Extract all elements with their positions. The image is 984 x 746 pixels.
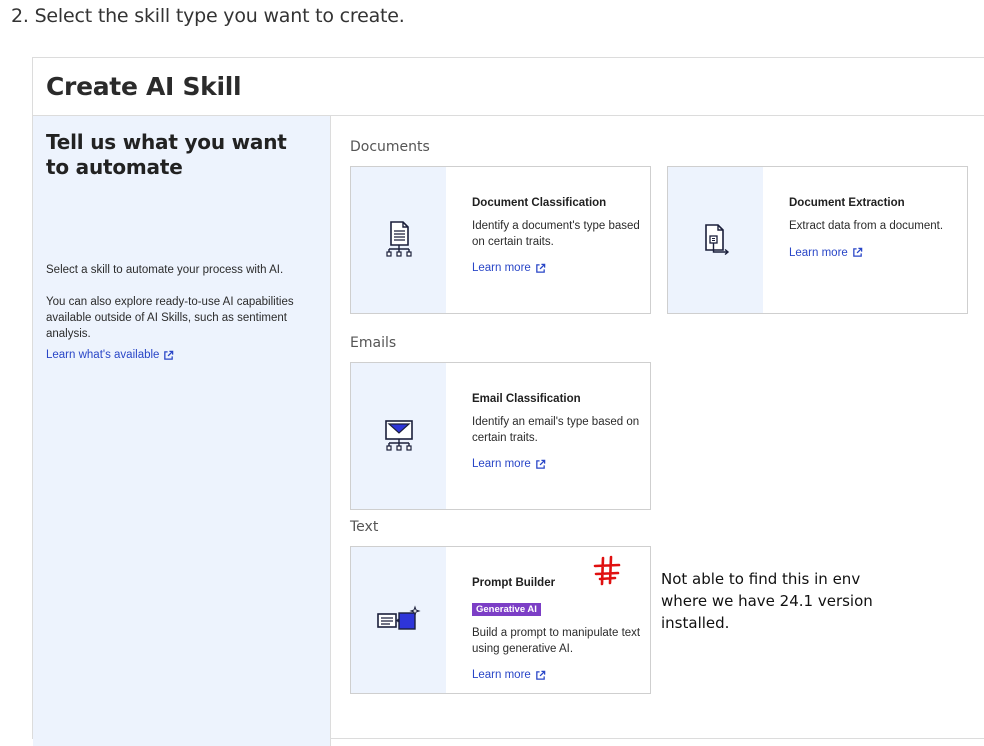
card-icon-area	[351, 363, 446, 509]
panel-title: Create AI Skill	[46, 72, 242, 101]
learn-more-link[interactable]: Learn more	[472, 262, 546, 274]
external-link-icon	[536, 263, 546, 273]
card-description: Identify an email's type based on certai…	[472, 416, 640, 444]
email-classification-icon	[384, 420, 413, 451]
section-label-emails: Emails	[350, 335, 397, 351]
card-description: Build a prompt to manipulate text using …	[472, 627, 641, 655]
annotation-note: Not able to find this in env where we ha…	[661, 570, 873, 632]
document-extraction-icon	[704, 224, 729, 256]
section-label-documents: Documents	[350, 139, 430, 155]
card-description: Extract data from a document.	[789, 220, 944, 232]
sidebar-intro-text: Select a skill to automate your process …	[46, 264, 284, 276]
panel-header: Create AI Skill	[33, 58, 984, 116]
card-icon-area	[351, 167, 446, 313]
section-label-text: Text	[350, 519, 379, 535]
card-document-extraction[interactable]: Document Extraction Extract data from a …	[667, 166, 968, 314]
card-document-classification[interactable]: Document Classification Identify a docum…	[350, 166, 651, 314]
learn-whats-available-label: Learn what's available	[46, 349, 160, 361]
external-link-icon	[536, 459, 546, 469]
external-link-icon	[853, 247, 863, 257]
card-email-classification[interactable]: Email Classification Identify an email's…	[350, 362, 651, 510]
sidebar: Tell us what you want to automate Select…	[33, 116, 331, 746]
card-icon-area	[351, 547, 446, 693]
generative-ai-badge: Generative AI	[472, 603, 541, 616]
learn-whats-available-link[interactable]: Learn what's available	[46, 349, 174, 361]
card-description: Identify a document's type based on cert…	[472, 220, 640, 248]
learn-more-label: Learn more	[789, 246, 848, 259]
card-title: Document Extraction	[789, 197, 905, 209]
learn-more-link[interactable]: Learn more	[789, 247, 863, 259]
card-icon-area	[668, 167, 763, 313]
learn-more-label: Learn more	[472, 458, 531, 470]
learn-more-label: Learn more	[472, 669, 531, 681]
external-link-icon	[164, 350, 174, 360]
sidebar-heading: Tell us what you want to automate	[46, 130, 287, 179]
learn-more-link[interactable]: Learn more	[472, 458, 546, 470]
red-hash-annotation-icon	[593, 555, 621, 586]
document-classification-icon	[385, 221, 412, 257]
learn-more-label: Learn more	[472, 262, 531, 274]
sidebar-explore-text: You can also explore ready-to-use AI cap…	[46, 296, 294, 340]
external-link-icon	[536, 670, 546, 680]
card-title: Email Classification	[472, 393, 581, 405]
card-title: Document Classification	[472, 197, 607, 209]
prompt-builder-icon	[376, 605, 421, 630]
learn-more-link[interactable]: Learn more	[472, 669, 546, 681]
step-caption: 2. Select the skill type you want to cre…	[11, 5, 405, 27]
